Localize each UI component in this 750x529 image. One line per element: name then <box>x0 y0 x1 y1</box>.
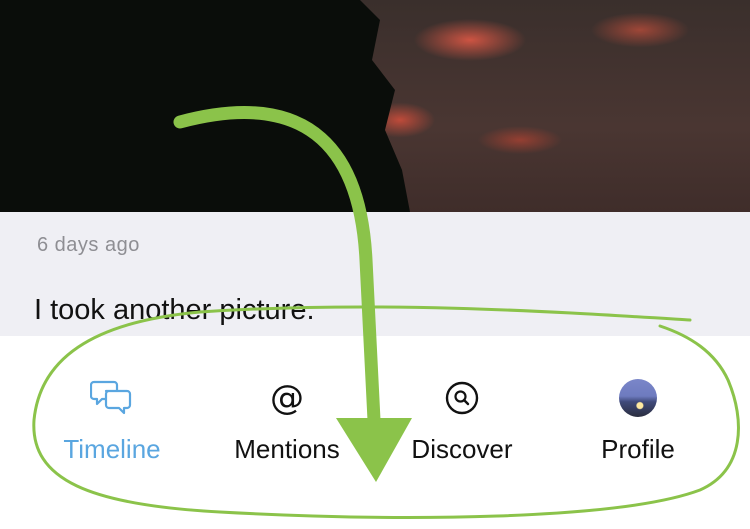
tab-timeline[interactable]: Timeline <box>27 336 197 486</box>
avatar <box>616 376 660 420</box>
post-card[interactable]: 6 days ago I took another picture. <box>0 212 750 336</box>
tab-profile[interactable]: Profile <box>553 336 723 486</box>
chat-bubbles-icon <box>90 376 134 420</box>
tab-mentions[interactable]: @ Mentions <box>202 336 372 486</box>
at-sign-icon: @ <box>270 378 304 418</box>
tab-label-mentions: Mentions <box>234 434 340 464</box>
post-timestamp: 6 days ago <box>37 234 140 256</box>
post-photo[interactable] <box>0 0 750 212</box>
tab-label-discover: Discover <box>411 434 513 464</box>
tab-label-timeline: Timeline <box>63 434 161 464</box>
tree-silhouette <box>0 0 410 212</box>
post-text: I took another picture. <box>34 294 315 326</box>
search-icon <box>440 376 484 420</box>
tab-bar: Timeline @ Mentions Discover Profile <box>0 336 750 529</box>
tab-discover[interactable]: Discover <box>377 336 547 486</box>
tab-label-profile: Profile <box>601 434 675 464</box>
